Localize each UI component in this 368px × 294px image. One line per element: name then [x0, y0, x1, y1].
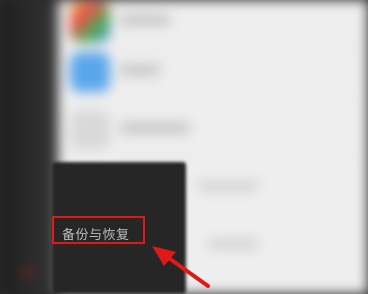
- list-item-label: [120, 122, 190, 134]
- list-item[interactable]: [58, 0, 368, 48]
- list-item-label: [120, 14, 170, 26]
- list-item-label: [208, 238, 258, 250]
- list-item[interactable]: [58, 42, 368, 98]
- highlight-box: [52, 216, 145, 244]
- app-icon-blue: [70, 52, 110, 92]
- app-icon-multicolor: [70, 2, 110, 42]
- list-item-label: [198, 180, 258, 192]
- app-icon-blurred: [70, 110, 110, 150]
- list-item-label: [120, 64, 160, 76]
- sidebar-indicator-icon: [22, 268, 32, 278]
- screenshot-stage: 备份与恢复: [0, 0, 368, 294]
- list-item[interactable]: [58, 100, 368, 156]
- row-divider: [120, 155, 358, 156]
- row-divider: [120, 97, 358, 98]
